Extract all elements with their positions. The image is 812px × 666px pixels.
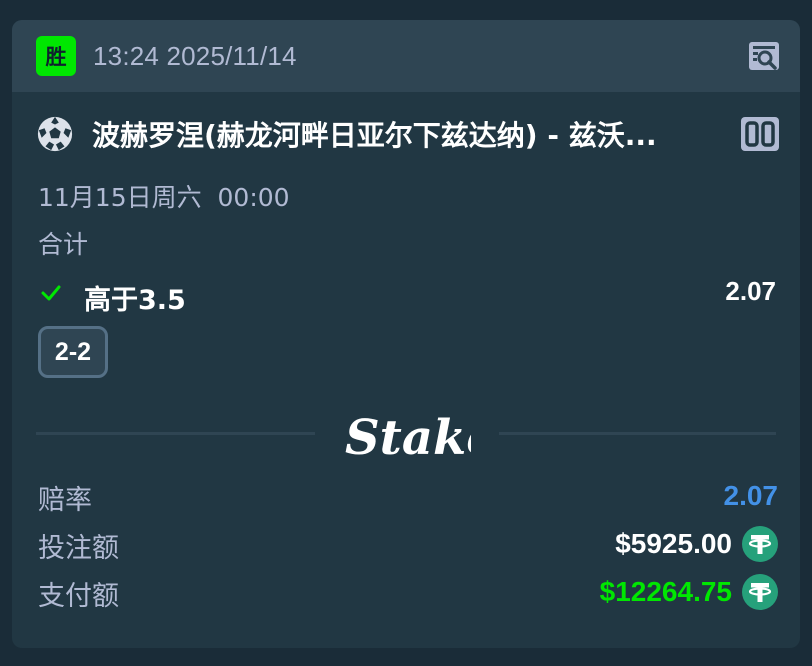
stake-value: $5925.00 — [615, 528, 732, 559]
soccer-ball-icon — [37, 116, 73, 152]
event-row: 波赫罗涅(赫龙河畔日亚尔下兹达纳) - 兹沃... — [36, 114, 780, 154]
selection-odds: 2.07 — [725, 276, 776, 306]
event-name-link[interactable]: 波赫罗涅(赫龙河畔日亚尔下兹达纳) - 兹沃... — [92, 114, 704, 154]
selection-label: 高于3.5 — [84, 285, 186, 316]
tether-usdt-icon — [742, 526, 778, 562]
divider-left — [36, 432, 315, 435]
odds-value: 2.07 — [723, 480, 779, 511]
stake-label: 投注额 — [38, 533, 119, 564]
market-label: 合计 — [38, 230, 89, 259]
bet-timestamp: 13:24 2025/11/14 — [93, 40, 297, 71]
scoreboard-icon[interactable] — [740, 116, 780, 152]
bet-card: 胜 13:24 2025/11/14 波赫罗涅(赫龙河畔日亚尔下兹达纳) - 兹… — [12, 20, 800, 648]
payout-label: 支付额 — [38, 581, 119, 612]
stake-logo-text: Stake — [345, 410, 471, 466]
payout-value: $12264.75 — [599, 576, 732, 607]
check-icon — [41, 285, 61, 301]
odds-label: 赔率 — [38, 485, 92, 516]
stake-logo: Stake — [345, 410, 471, 466]
odds-summary-row: 赔率 2.07 — [36, 478, 778, 518]
payout-summary-row: 支付额 $12264.75 — [36, 574, 778, 614]
divider-right — [499, 432, 776, 435]
receipt-search-icon[interactable] — [748, 40, 780, 72]
final-score-badge: 2-2 — [38, 326, 108, 378]
tether-usdt-icon — [742, 574, 778, 610]
stake-summary-row: 投注额 $5925.00 — [36, 526, 778, 566]
bet-card-header: 胜 13:24 2025/11/14 — [12, 20, 800, 92]
win-status-badge: 胜 — [36, 36, 76, 76]
event-date: 11月15日周六 00:00 — [38, 183, 290, 212]
